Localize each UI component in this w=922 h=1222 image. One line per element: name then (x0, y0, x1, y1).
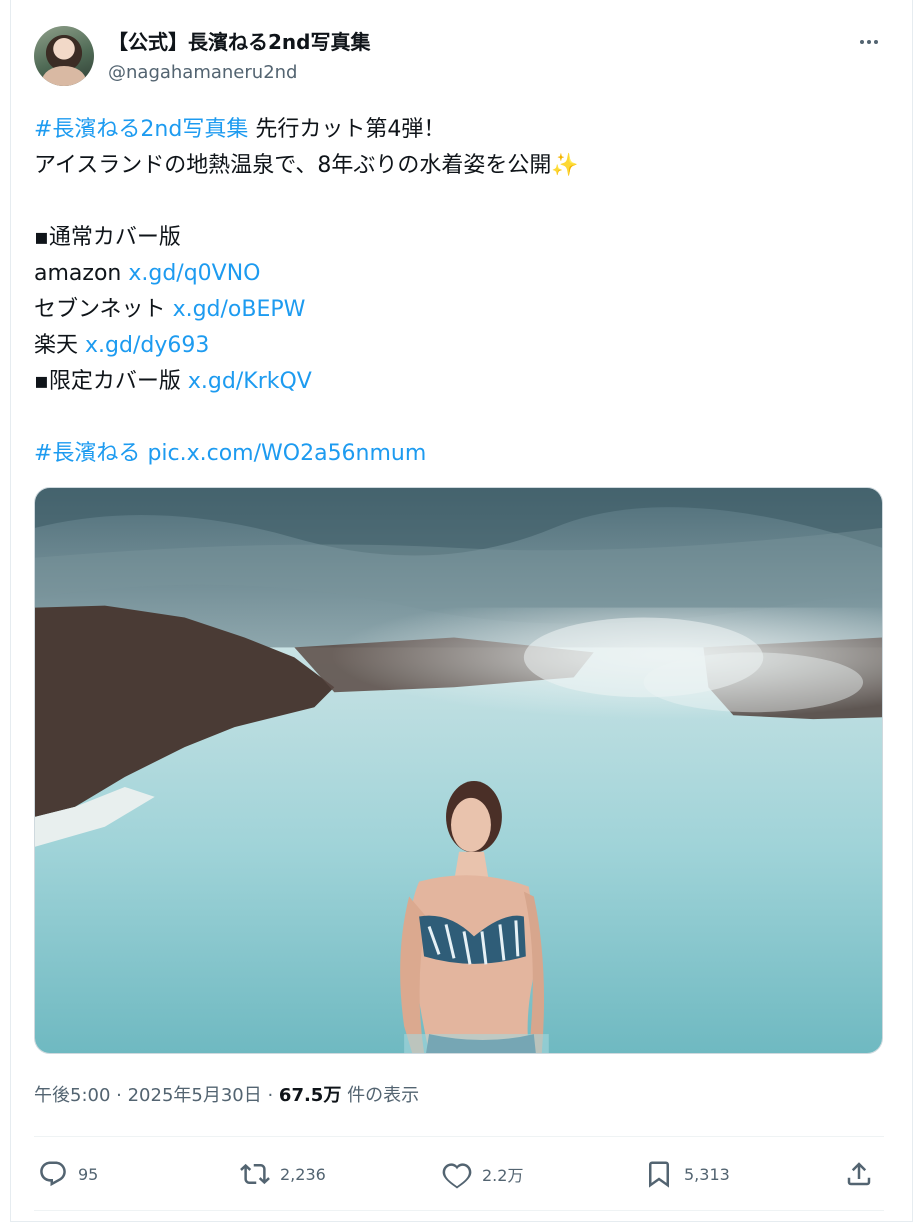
section-heading: ▪通常カバー版 (34, 225, 181, 250)
display-name[interactable]: 【公式】長濱ねる2nd写真集 (108, 28, 370, 56)
sparkles-emoji: ✨ (551, 153, 579, 178)
divider (34, 1210, 884, 1211)
rakuten-link[interactable]: x.gd/dy693 (85, 333, 209, 358)
sevennet-link[interactable]: x.gd/oBEPW (173, 297, 306, 322)
share-icon (847, 1162, 871, 1186)
view-label: 件の表示 (341, 1085, 420, 1106)
like-count: 2.2万 (482, 1166, 524, 1185)
more-options-button[interactable] (852, 28, 886, 56)
more-dot-icon (867, 40, 871, 44)
store-label: amazon (34, 261, 129, 286)
tweet-meta: 午後5:00 · 2025年5月30日 · 67.5万 件の表示 (34, 1082, 419, 1110)
like-button[interactable]: 2.2万 (442, 1152, 523, 1196)
view-count: 67.5万 (278, 1085, 342, 1106)
amazon-link[interactable]: x.gd/q0VNO (128, 261, 260, 286)
reply-button[interactable]: 95 (38, 1152, 98, 1196)
bookmark-button[interactable]: 5,313 (644, 1152, 730, 1196)
tweet-line: ▪限定カバー版 x.gd/KrkQV (34, 364, 884, 400)
tweet-line: amazon x.gd/q0VNO (34, 256, 884, 292)
tweet-line: セブンネット x.gd/oBEPW (34, 292, 884, 328)
repost-icon (240, 1163, 270, 1185)
share-button[interactable] (844, 1152, 874, 1196)
pic-link[interactable]: pic.x.com/WO2a56nmum (147, 441, 426, 466)
bookmark-icon (649, 1161, 669, 1188)
reply-count: 95 (78, 1164, 99, 1184)
avatar[interactable] (34, 26, 94, 86)
tweet-photo[interactable] (34, 487, 883, 1054)
heart-icon (442, 1163, 472, 1189)
limited-link[interactable]: x.gd/KrkQV (188, 369, 312, 394)
store-label: 楽天 (34, 333, 85, 358)
tweet-text-segment: アイスランドの地熱温泉で、8年ぶりの水着姿を公開 (34, 153, 552, 178)
tweet-line: ▪通常カバー版 (34, 220, 884, 256)
action-bar: 95 2,236 2.2万 5,313 (34, 1152, 884, 1196)
repost-count: 2,236 (280, 1164, 326, 1184)
tweet-line: アイスランドの地熱温泉で、8年ぶりの水着姿を公開✨ (34, 148, 884, 184)
repost-button[interactable]: 2,236 (240, 1152, 326, 1196)
divider (34, 1136, 884, 1137)
more-dot-icon (860, 40, 864, 44)
tweet-line: 楽天 x.gd/dy693 (34, 328, 884, 364)
timestamp[interactable]: 午後5:00 · 2025年5月30日 · (34, 1085, 279, 1106)
tweet-text-segment: 先行カット第4弾！ (248, 117, 446, 142)
reply-icon (40, 1161, 66, 1187)
hashtag-link[interactable]: #長濱ねる (34, 441, 140, 466)
tweet-line: #長濱ねる2nd写真集 先行カット第4弾！ (34, 112, 884, 148)
more-dot-icon (874, 40, 878, 44)
tweet-line: #長濱ねる pic.x.com/WO2a56nmum (34, 436, 884, 472)
bookmark-count: 5,313 (684, 1164, 730, 1184)
user-handle[interactable]: @nagahamaneru2nd (108, 61, 297, 85)
photo-hot-spring (35, 488, 882, 1053)
hashtag-link[interactable]: #長濱ねる2nd写真集 (34, 117, 248, 142)
tweet-text: #長濱ねる2nd写真集 先行カット第4弾！ アイスランドの地熱温泉で、8年ぶりの… (34, 112, 884, 472)
store-label: セブンネット (34, 297, 173, 322)
section-heading: ▪限定カバー版 (34, 369, 188, 394)
